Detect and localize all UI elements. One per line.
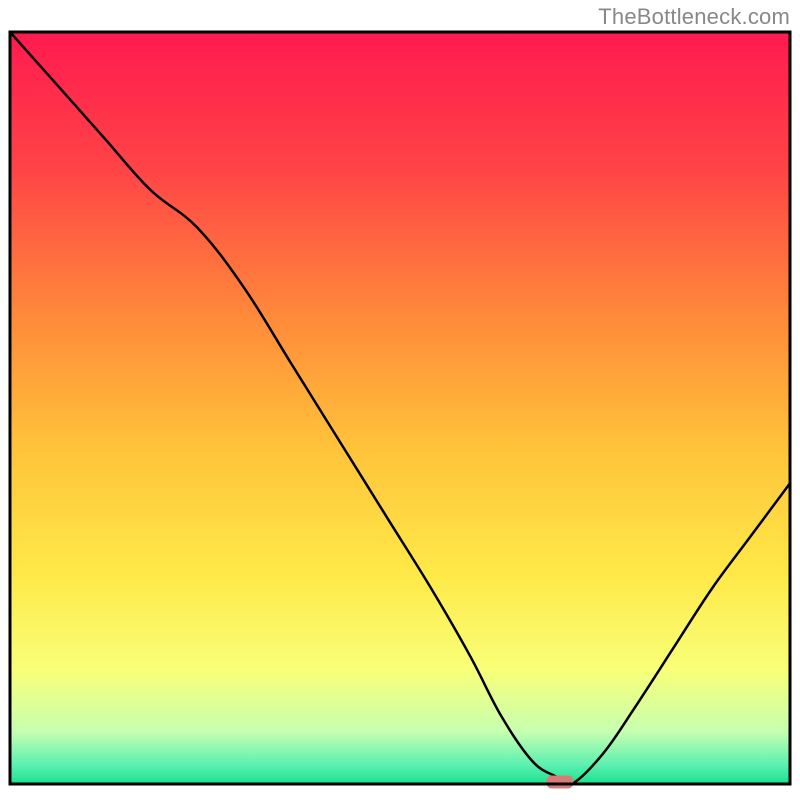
bottleneck-chart bbox=[0, 0, 800, 800]
watermark-label: TheBottleneck.com bbox=[598, 4, 790, 30]
optimal-point-marker bbox=[547, 776, 573, 788]
chart-container: { "watermark": "TheBottleneck.com", "cha… bbox=[0, 0, 800, 800]
chart-background bbox=[10, 32, 790, 784]
